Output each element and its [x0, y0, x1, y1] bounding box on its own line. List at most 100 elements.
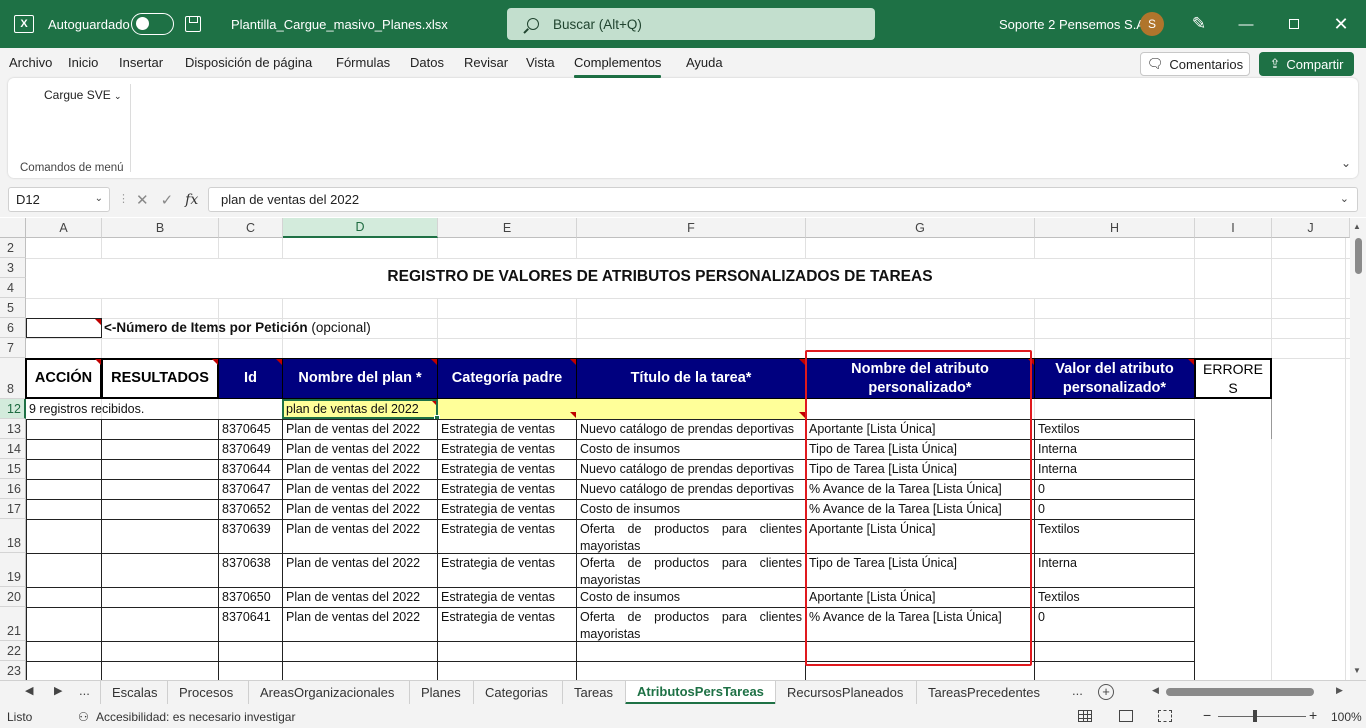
sheet-tab-procesos[interactable]: Procesos	[167, 681, 244, 704]
header-nombre-atributo[interactable]: Nombre del atributo personalizado*	[805, 358, 1035, 399]
header-accion[interactable]: ACCIÓN	[25, 358, 102, 399]
cell-titulo[interactable]: Costo de insumos	[576, 499, 806, 520]
cell-valor[interactable]: Textilos	[1034, 587, 1195, 608]
empty-cell[interactable]	[26, 587, 102, 608]
scroll-up-icon[interactable]: ▲	[1353, 222, 1361, 231]
empty-cell[interactable]	[101, 553, 219, 588]
tab-inicio[interactable]: Inicio	[68, 55, 98, 70]
cell-valor[interactable]: Textilos	[1034, 519, 1195, 554]
sheet-tab-atributospers[interactable]: AtributosPersTareas	[625, 681, 775, 705]
cell-valor[interactable]: Textilos	[1034, 419, 1195, 440]
row-header[interactable]: 17	[0, 499, 26, 519]
empty-cell[interactable]	[26, 479, 102, 500]
cell-cat[interactable]: Estrategia de ventas	[437, 519, 577, 554]
header-resultados[interactable]: RESULTADOS	[101, 358, 219, 399]
summary-cell[interactable]: 9 registros recibidos.	[26, 400, 282, 419]
cell-plan[interactable]: Plan de ventas del 2022	[282, 499, 438, 520]
cell-titulo[interactable]: Nuevo catálogo de prendas deportivas	[576, 479, 806, 500]
items-count-cell[interactable]	[26, 318, 102, 338]
accessibility-status[interactable]: Accesibilidad: es necesario investigar	[96, 710, 295, 724]
comments-button[interactable]: 🗨 Comentarios	[1140, 52, 1250, 76]
page-break-icon[interactable]	[1158, 710, 1172, 722]
header-nombre-plan[interactable]: Nombre del plan *	[282, 358, 438, 399]
search-input[interactable]: Buscar (Alt+Q)	[507, 8, 875, 40]
cell-titulo[interactable]: Costo de insumos	[576, 587, 806, 608]
hscroll-thumb[interactable]	[1166, 688, 1314, 696]
cell-attr[interactable]: % Avance de la Tarea [Lista Única]	[805, 499, 1035, 520]
empty-cell[interactable]	[101, 439, 219, 460]
empty-cell[interactable]	[101, 459, 219, 480]
empty-cell[interactable]	[1034, 641, 1195, 662]
empty-cell[interactable]	[437, 641, 577, 662]
enter-icon[interactable]: ✓	[161, 191, 174, 209]
sheet-tab-categorias[interactable]: Categorias	[473, 681, 559, 704]
zoom-in-icon[interactable]: +	[1309, 707, 1317, 723]
cell-valor[interactable]: Interna	[1034, 439, 1195, 460]
row-header[interactable]: 21	[0, 607, 26, 641]
cell-attr[interactable]: % Avance de la Tarea [Lista Única]	[805, 607, 1035, 642]
empty-cell[interactable]	[101, 499, 219, 520]
cell-id[interactable]: 8370647	[218, 479, 283, 500]
cell-plan[interactable]: Plan de ventas del 2022	[282, 439, 438, 460]
column-header-a[interactable]: A	[26, 218, 102, 238]
cell-attr[interactable]: Aportante [Lista Única]	[805, 519, 1035, 554]
row-header[interactable]: 4	[0, 278, 26, 298]
cell-plan[interactable]: Plan de ventas del 2022	[282, 587, 438, 608]
empty-cell[interactable]	[101, 519, 219, 554]
cell-plan[interactable]: Plan de ventas del 2022	[282, 607, 438, 642]
cell-cat[interactable]: Estrategia de ventas	[437, 479, 577, 500]
sheet-tab-recursos[interactable]: RecursosPlaneados	[775, 681, 914, 704]
cancel-icon[interactable]: ✕	[136, 191, 149, 209]
row-header[interactable]: 13	[0, 419, 26, 439]
cargue-sve-dropdown[interactable]: Cargue SVE ⌄	[44, 88, 122, 102]
empty-cell[interactable]	[26, 607, 102, 642]
formula-input[interactable]: plan de ventas del 2022 ⌄	[208, 187, 1358, 212]
row-header[interactable]: 14	[0, 439, 26, 459]
empty-cell[interactable]	[101, 419, 219, 440]
cell-cat[interactable]: Estrategia de ventas	[437, 419, 577, 440]
empty-cell[interactable]	[805, 641, 1035, 662]
cell-id[interactable]: 8370650	[218, 587, 283, 608]
cell-attr[interactable]: Tipo de Tarea [Lista Única]	[805, 439, 1035, 460]
cell-id[interactable]: 8370645	[218, 419, 283, 440]
cell-titulo[interactable]: Nuevo catálogo de prendas deportivas	[576, 459, 806, 480]
page-layout-icon[interactable]	[1119, 710, 1133, 722]
name-box[interactable]: D12 ⌄	[8, 187, 110, 212]
minimize-button[interactable]: —	[1223, 0, 1269, 48]
tab-revisar[interactable]: Revisar	[464, 55, 508, 70]
row-header[interactable]: 22	[0, 641, 26, 661]
cell-cat[interactable]: Estrategia de ventas	[437, 587, 577, 608]
excel-icon[interactable]: X	[12, 0, 36, 48]
cell-id[interactable]: 8370638	[218, 553, 283, 588]
row-header[interactable]: 19	[0, 553, 26, 587]
empty-cell[interactable]	[218, 641, 283, 662]
row-header[interactable]: 23	[0, 661, 26, 680]
cell-cat[interactable]: Estrategia de ventas	[437, 553, 577, 588]
horizontal-scrollbar[interactable]: ◀ ▶	[1152, 685, 1344, 699]
header-valor-atributo[interactable]: Valor del atributo personalizado*	[1034, 358, 1195, 399]
empty-cell[interactable]	[101, 607, 219, 642]
insert-function-icon[interactable]: fx	[185, 192, 198, 208]
tab-disposicion[interactable]: Disposición de página	[185, 55, 312, 70]
column-header-e[interactable]: E	[438, 218, 577, 238]
tab-insertar[interactable]: Insertar	[119, 55, 163, 70]
cell-titulo[interactable]: Oferta de productos para clientes mayori…	[576, 607, 806, 642]
row-header[interactable]: 7	[0, 338, 26, 358]
cell-valor[interactable]: 0	[1034, 499, 1195, 520]
chevron-down-icon[interactable]: ⌄	[95, 193, 103, 204]
row-header[interactable]: 15	[0, 459, 26, 479]
row-header[interactable]: 5	[0, 298, 26, 318]
column-header-g[interactable]: G	[806, 218, 1035, 238]
column-header-i[interactable]: I	[1195, 218, 1272, 238]
column-header-f[interactable]: F	[577, 218, 806, 238]
empty-cell[interactable]	[101, 587, 219, 608]
row-header[interactable]: 2	[0, 238, 26, 258]
cell-cat[interactable]: Estrategia de ventas	[437, 439, 577, 460]
empty-cell[interactable]	[1034, 661, 1195, 680]
cell-cat[interactable]: Estrategia de ventas	[437, 607, 577, 642]
cell-attr[interactable]: Tipo de Tarea [Lista Única]	[805, 459, 1035, 480]
empty-cell[interactable]	[576, 641, 806, 662]
cell-cat[interactable]: Estrategia de ventas	[437, 459, 577, 480]
empty-cell[interactable]	[101, 661, 219, 680]
row-header[interactable]: 20	[0, 587, 26, 607]
